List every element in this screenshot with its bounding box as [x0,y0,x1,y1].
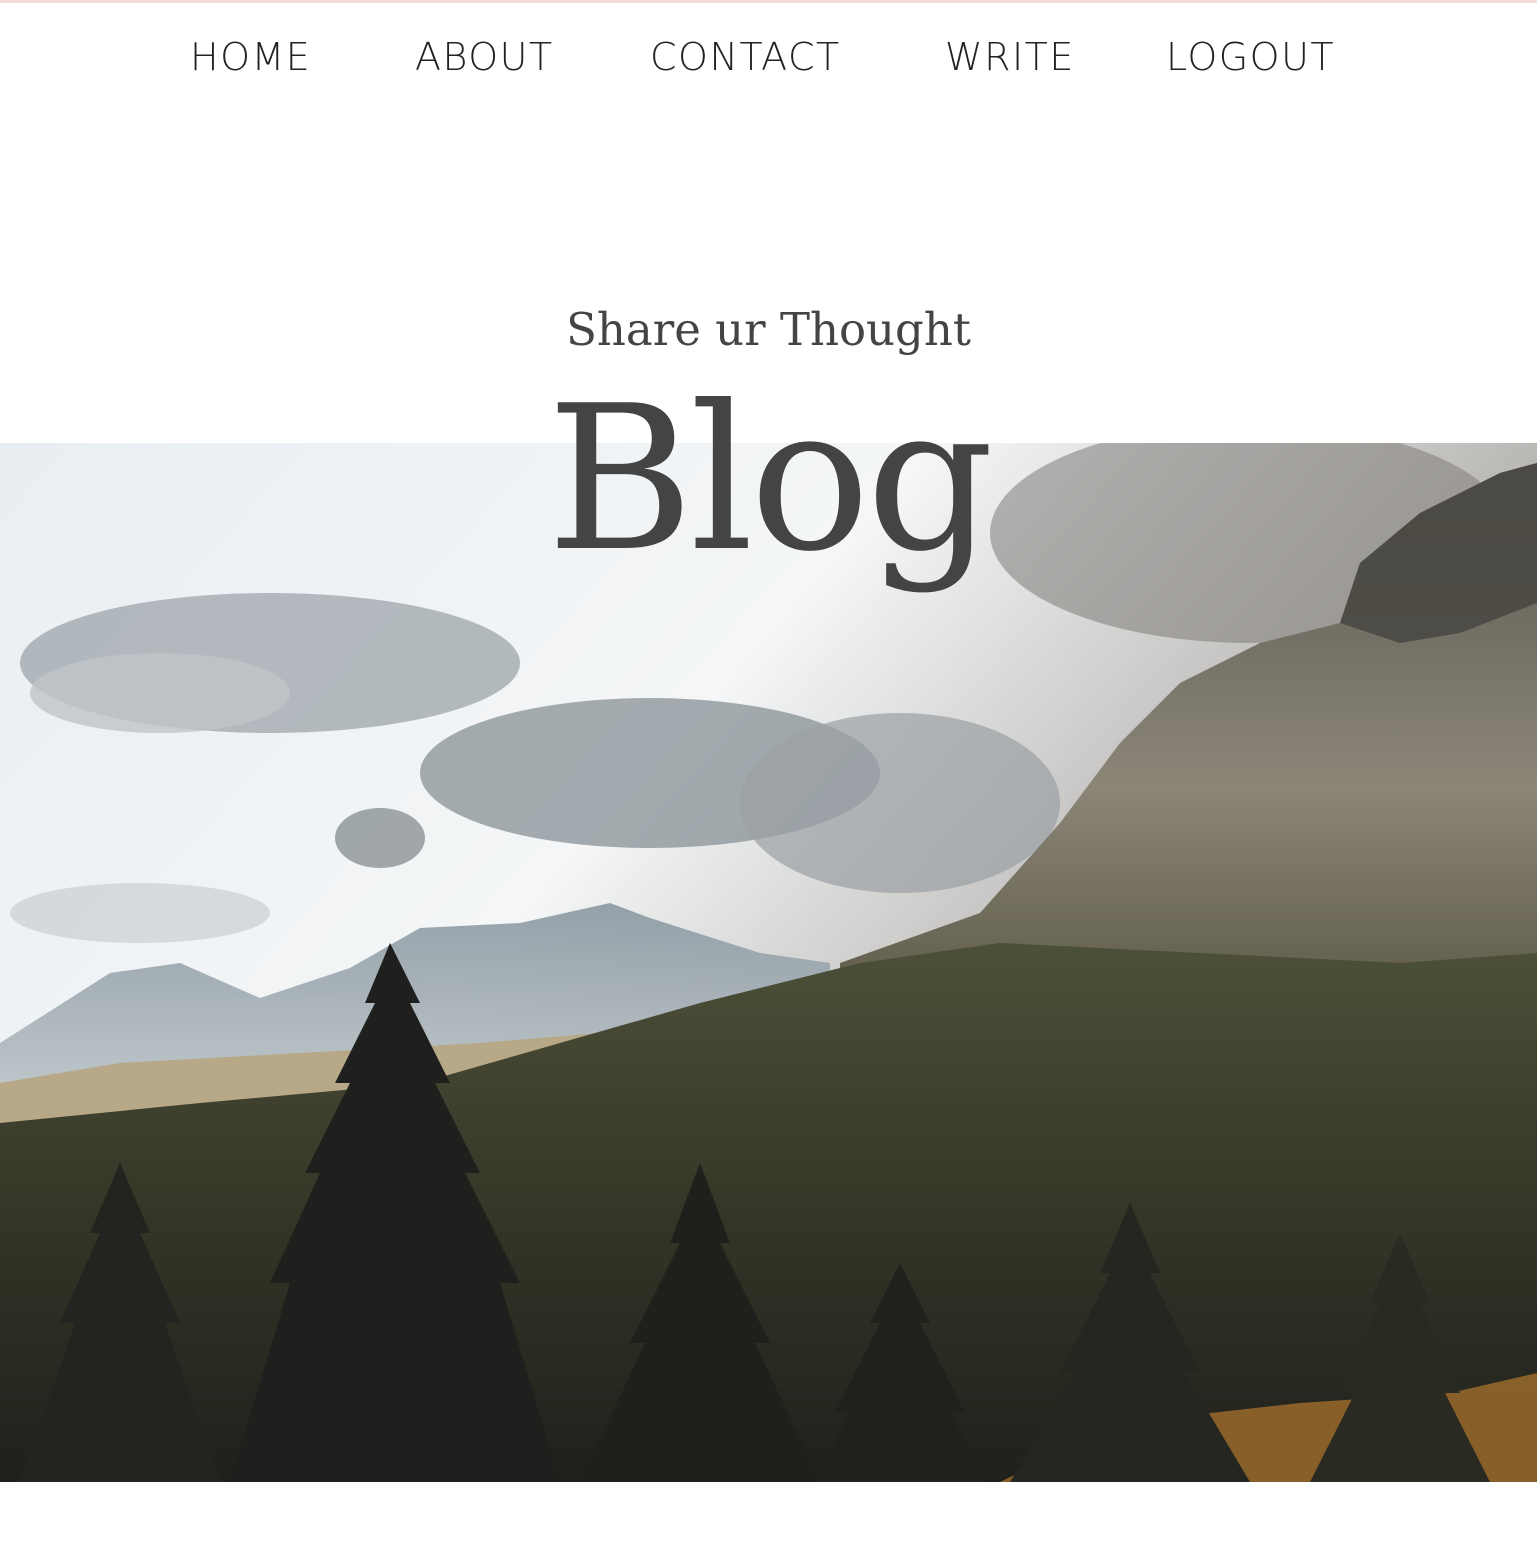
nav-home-link[interactable]: HOME [190,33,311,81]
nav-contact-link[interactable]: CONTACT [650,33,841,81]
header-hero-image [0,443,1537,1482]
header-title: Blog [546,363,994,596]
nav-logout-link[interactable]: LOGOUT [1166,33,1335,81]
top-navigation-bar: HOME ABOUT CONTACT WRITE LOGOUT [0,3,1537,113]
nav-about-link[interactable]: ABOUT [415,33,554,81]
nav-menu: HOME ABOUT CONTACT WRITE LOGOUT [0,3,1537,113]
header-subtitle: Share ur Thought [566,303,971,356]
header-titles: Share ur Thought Blog [0,290,1537,580]
mountain-forest-landscape-icon [0,443,1537,1482]
nav-write-link[interactable]: WRITE [945,33,1075,81]
